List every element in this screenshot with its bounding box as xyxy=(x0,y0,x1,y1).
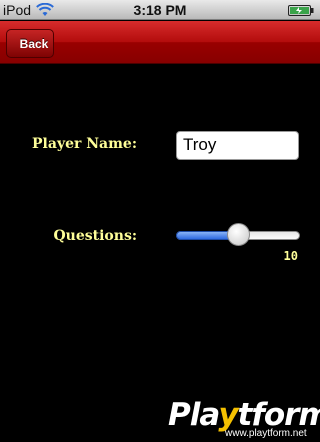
navigation-bar: Back xyxy=(0,21,320,64)
watermark-prefix: Pla xyxy=(168,397,219,433)
player-name-label: Player Name: xyxy=(32,136,137,152)
back-button-label: Back xyxy=(19,36,49,51)
slider-thumb[interactable] xyxy=(227,223,250,246)
questions-value: 10 xyxy=(283,249,298,263)
status-bar: iPod 3:18 PM xyxy=(0,0,320,20)
back-button[interactable]: Back xyxy=(5,29,54,59)
player-name-field[interactable]: Troy xyxy=(176,131,299,160)
questions-label: Questions: xyxy=(53,228,137,244)
watermark-url: www.playtform.net xyxy=(225,428,307,439)
questions-slider[interactable] xyxy=(176,223,300,247)
battery-icon xyxy=(288,5,314,16)
clock: 3:18 PM xyxy=(133,2,187,18)
